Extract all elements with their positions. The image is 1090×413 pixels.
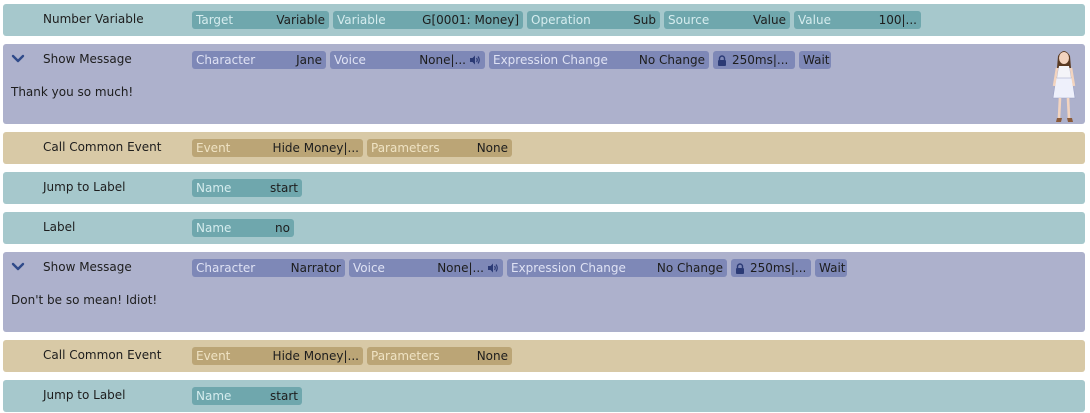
param-value: Jane: [296, 53, 322, 67]
param-label: Operation: [531, 13, 591, 27]
param-name[interactable]: Name start: [192, 179, 302, 197]
param-group: Character Narrator Voice None|... Expres…: [192, 259, 847, 277]
param-group: Event Hide Money|... Parameters None: [192, 347, 512, 365]
lock-icon: [736, 262, 744, 274]
param-parameters[interactable]: Parameters None: [367, 139, 512, 157]
param-variable[interactable]: Variable G[0001: Money]: [333, 11, 523, 29]
param-voice[interactable]: Voice None|...: [330, 51, 485, 69]
command-row-number-variable[interactable]: Number Variable Target Variable Variable…: [3, 4, 1085, 36]
param-value: None: [476, 141, 508, 155]
param-group: Name start: [192, 179, 302, 197]
param-group: Target Variable Variable G[0001: Money] …: [192, 11, 921, 29]
param-operation[interactable]: Operation Sub: [527, 11, 660, 29]
param-value: Hide Money|...: [272, 349, 359, 363]
param-label: Name: [196, 389, 232, 403]
param-expression-change[interactable]: Expression Change No Change: [507, 259, 727, 277]
param-value: G[0001: Money]: [422, 13, 519, 27]
param-value: None|...: [437, 261, 484, 275]
param-label: Expression Change: [511, 261, 626, 275]
param-value: Wait: [803, 53, 830, 67]
param-target[interactable]: Target Variable: [192, 11, 329, 29]
param-group: Character Jane Voice None|... Expression…: [192, 51, 831, 69]
message-text[interactable]: Thank you so much!: [11, 85, 133, 99]
param-expression-change[interactable]: Expression Change No Change: [489, 51, 709, 69]
param-name[interactable]: Name no: [192, 219, 294, 237]
param-value: Narrator: [290, 261, 341, 275]
command-title: Jump to Label: [43, 388, 126, 402]
command-row-jump-to-label[interactable]: Jump to Label Name start: [3, 380, 1085, 412]
message-text[interactable]: Don't be so mean! Idiot!: [11, 293, 157, 307]
param-label: Variable: [337, 13, 386, 27]
param-value: 250ms|...: [732, 53, 789, 67]
command-title: Call Common Event: [43, 348, 162, 362]
param-name[interactable]: Name start: [192, 387, 302, 405]
param-value: None: [476, 349, 508, 363]
character-portrait: [1052, 51, 1076, 122]
command-row-label[interactable]: Label Name no: [3, 212, 1085, 244]
param-value: No Change: [638, 53, 705, 67]
param-value: Hide Money|...: [272, 141, 359, 155]
param-label: Value: [798, 13, 831, 27]
param-label: Parameters: [371, 141, 440, 155]
param-value: no: [275, 221, 290, 235]
speaker-icon[interactable]: [470, 55, 481, 65]
param-label: Name: [196, 221, 232, 235]
speaker-icon[interactable]: [488, 263, 499, 273]
param-character[interactable]: Character Jane: [192, 51, 326, 69]
param-value: None|...: [419, 53, 466, 67]
param-value: start: [270, 181, 298, 195]
command-title: Jump to Label: [43, 180, 126, 194]
param-group: Name no: [192, 219, 294, 237]
param-label: Voice: [334, 53, 366, 67]
param-label: Target: [196, 13, 234, 27]
param-label: Parameters: [371, 349, 440, 363]
param-value: No Change: [656, 261, 723, 275]
param-wait[interactable]: Wait: [799, 51, 831, 69]
param-value: Sub: [633, 13, 656, 27]
param-label: Name: [196, 181, 232, 195]
command-title: Call Common Event: [43, 140, 162, 154]
param-wait[interactable]: Wait: [815, 259, 847, 277]
chevron-down-icon[interactable]: [11, 261, 25, 273]
command-title: Show Message: [43, 52, 132, 66]
param-value: 100|...: [878, 13, 917, 27]
param-label: Event: [196, 141, 231, 155]
param-parameters[interactable]: Parameters None: [367, 347, 512, 365]
param-event[interactable]: Event Hide Money|...: [192, 347, 363, 365]
param-value: 250ms|...: [750, 261, 807, 275]
param-group: Name start: [192, 387, 302, 405]
param-label: Expression Change: [493, 53, 608, 67]
param-voice[interactable]: Voice None|...: [349, 259, 503, 277]
param-timing[interactable]: 250ms|...: [713, 51, 795, 69]
param-timing[interactable]: 250ms|...: [731, 259, 811, 277]
command-row-call-common-event[interactable]: Call Common Event Event Hide Money|... P…: [3, 340, 1085, 372]
param-source[interactable]: Source Value: [664, 11, 790, 29]
param-value: Value: [753, 13, 786, 27]
param-value[interactable]: Value 100|...: [794, 11, 921, 29]
command-title: Number Variable: [43, 12, 144, 26]
param-value: Variable: [276, 13, 325, 27]
param-character[interactable]: Character Narrator: [192, 259, 345, 277]
command-row-jump-to-label[interactable]: Jump to Label Name start: [3, 172, 1085, 204]
param-label: Source: [668, 13, 710, 27]
param-value: start: [270, 389, 298, 403]
param-event[interactable]: Event Hide Money|...: [192, 139, 363, 157]
param-group: Event Hide Money|... Parameters None: [192, 139, 512, 157]
param-label: Character: [196, 261, 256, 275]
command-row-show-message[interactable]: Show Message Character Jane Voice None|.…: [3, 44, 1085, 124]
command-title: Show Message: [43, 260, 132, 274]
param-value: Wait: [819, 261, 846, 275]
lock-icon: [718, 54, 726, 66]
command-row-show-message[interactable]: Show Message Character Narrator Voice No…: [3, 252, 1085, 332]
command-row-call-common-event[interactable]: Call Common Event Event Hide Money|... P…: [3, 132, 1085, 164]
param-label: Voice: [353, 261, 385, 275]
chevron-down-icon[interactable]: [11, 53, 25, 65]
param-label: Event: [196, 349, 231, 363]
param-label: Character: [196, 53, 256, 67]
command-title: Label: [43, 220, 76, 234]
